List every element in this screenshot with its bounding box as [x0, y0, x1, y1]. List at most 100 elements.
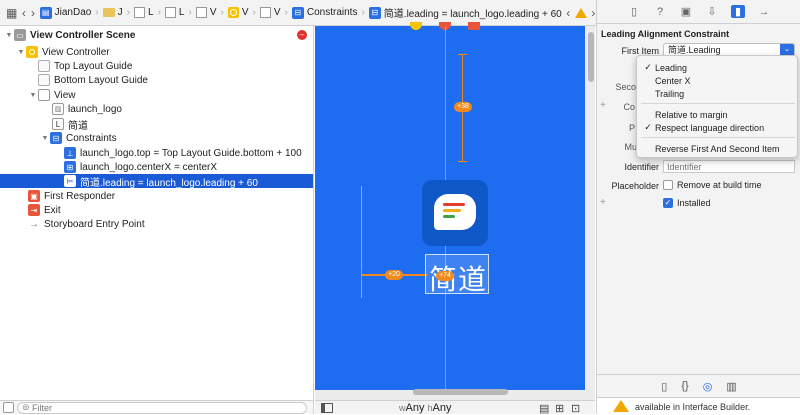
outline-row-scene[interactable]: ▼ ▭ View Controller Scene – [0, 28, 313, 42]
top-constraint-badge[interactable]: +38 [454, 102, 472, 112]
identifier-input[interactable] [663, 160, 795, 173]
filter-icon: ⊜ [22, 402, 30, 412]
leading-constraint-badge[interactable]: +20 [385, 270, 403, 280]
identity-inspector-icon[interactable]: ▣ [679, 5, 693, 18]
menu-item-reverse-items[interactable]: Reverse First And Second Item [641, 142, 795, 155]
first-item-menu: ✓ Leading Center X Trailing Relative to m… [636, 55, 798, 158]
connections-inspector-icon[interactable]: → [757, 6, 771, 18]
align-icon[interactable]: ⊞ [555, 402, 564, 415]
breadcrumb-separator: › [95, 7, 99, 18]
outline-row-entry-point[interactable]: → Storyboard Entry Point [0, 217, 313, 231]
previous-issue-icon[interactable]: ‹ [566, 6, 571, 20]
outline-row-constraint-leading[interactable]: ⊨ 简道.leading = launch_logo.leading + 60 [0, 174, 313, 189]
stack-icon[interactable]: ▤ [539, 402, 549, 415]
disclosure-triangle-icon[interactable]: ▼ [16, 49, 26, 56]
outline-row-constraint-top[interactable]: ⊥ launch_logo.top = Top Layout Guide.bot… [0, 146, 313, 160]
back-arrow-icon[interactable]: ‹ [21, 6, 26, 20]
mid-constraint-badge[interactable]: +74 [436, 271, 454, 281]
outline-row-exit[interactable]: ⇥ Exit [0, 203, 313, 217]
menu-item-respect-language-direction[interactable]: ✓ Respect language direction [641, 121, 795, 134]
forward-arrow-icon[interactable]: › [30, 6, 35, 20]
attributes-inspector-icon[interactable]: ⇩ [705, 5, 719, 18]
breadcrumb-view-controller[interactable]: V [227, 7, 249, 18]
outline-row-view[interactable]: ▼ View [0, 88, 313, 102]
view-controller-icon [26, 46, 38, 58]
breadcrumb-constraints[interactable]: ⊟ Constraints [291, 6, 357, 19]
outline-toggle-icon[interactable] [321, 403, 333, 413]
vertical-scrollbar[interactable] [588, 32, 594, 82]
menu-item-center-x[interactable]: Center X [641, 74, 795, 87]
breadcrumb-separator: › [252, 7, 256, 18]
code-snippet-icon[interactable]: {} [681, 380, 688, 392]
outline-row-label[interactable]: L 简道 [0, 117, 313, 132]
object-library-icon[interactable]: ◎ [703, 380, 713, 393]
label-icon: L [52, 118, 64, 130]
outline-row-view-controller[interactable]: ▼ View Controller [0, 45, 313, 59]
filter-field[interactable]: ⊜ [17, 402, 307, 414]
media-library-icon[interactable]: ▥ [726, 380, 736, 393]
size-class-selector[interactable]: wAny hAny [399, 402, 452, 414]
view-icon [259, 7, 271, 18]
leading-constraint-icon: ⊨ [64, 175, 76, 187]
error-icon[interactable]: – [297, 30, 307, 40]
project-icon: ▤ [39, 6, 52, 19]
pin-icon[interactable]: ⊡ [571, 402, 580, 415]
grid-icon[interactable]: ▦ [6, 6, 17, 20]
warning-icon[interactable] [574, 7, 587, 18]
disclosure-triangle-icon[interactable]: ▼ [28, 92, 38, 99]
toggle-outline-icon[interactable] [3, 402, 14, 413]
breadcrumb-scene[interactable]: V [195, 7, 217, 18]
checkbox-checked-icon: ✓ [663, 198, 673, 208]
menu-item-leading[interactable]: ✓ Leading [641, 61, 795, 74]
size-inspector-icon[interactable]: ▮ [731, 5, 745, 18]
disclosure-triangle-icon[interactable]: ▼ [4, 32, 14, 39]
file-inspector-icon[interactable]: ▯ [627, 5, 641, 18]
outline-row-first-responder[interactable]: ▣ First Responder [0, 189, 313, 203]
breadcrumb-separator: › [220, 7, 224, 18]
view-controller-icon [227, 7, 239, 18]
outline-row-constraint-centerx[interactable]: ⊞ launch_logo.centerX = centerX [0, 160, 313, 174]
dock-exit-icon[interactable] [468, 22, 480, 30]
library-pane: ▯ {} ◎ ▥ available in Interface Builder. [597, 374, 800, 415]
outline-row-bottom-layout-guide[interactable]: Bottom Layout Guide [0, 73, 313, 87]
storyboard-icon [134, 7, 146, 18]
leading-constraint-cap [361, 270, 362, 280]
menu-item-relative-to-margin[interactable]: Relative to margin [641, 108, 795, 121]
horizontal-scrollbar[interactable] [413, 389, 508, 395]
first-responder-icon: ▣ [28, 190, 40, 202]
breadcrumb-view[interactable]: V [259, 7, 281, 18]
breadcrumb-storyboard[interactable]: L [134, 7, 154, 18]
layout-guide-icon [38, 60, 50, 72]
multiplier-label: Mu [624, 142, 637, 152]
remove-at-build-time-checkbox[interactable]: Remove at build time [663, 180, 762, 190]
constraint-icon: ⊟ [368, 6, 381, 19]
jump-bar: ▦ ‹ › ▤ JianDao › J › L › L › V › V › V ›… [0, 0, 596, 26]
scene-icon: ▭ [14, 29, 26, 41]
installed-checkbox[interactable]: ✓ Installed [663, 198, 711, 208]
breadcrumb-folder[interactable]: J [102, 7, 123, 18]
jiandao-label[interactable]: 简道 +74 [425, 254, 489, 295]
add-installed-variation-icon[interactable]: + [600, 197, 606, 208]
outline-row-top-layout-guide[interactable]: Top Layout Guide [0, 59, 313, 73]
breadcrumb-storyboard-base[interactable]: L [164, 7, 184, 18]
disclosure-triangle-icon[interactable]: ▼ [40, 135, 50, 142]
breadcrumb-project[interactable]: ▤ JianDao [39, 6, 91, 19]
priority-label: P [628, 123, 635, 133]
help-inspector-icon[interactable]: ? [653, 6, 667, 18]
breadcrumb-separator: › [361, 7, 365, 18]
inspector-title: Leading Alignment Constraint [601, 29, 730, 39]
menu-item-trailing[interactable]: Trailing [641, 87, 795, 100]
breadcrumb-separator: › [126, 7, 131, 18]
file-template-icon[interactable]: ▯ [661, 380, 667, 393]
breadcrumb-constraint[interactable]: ⊟ 简道.leading = launch_logo.leading + 60 [368, 5, 562, 20]
outline-row-launch-logo[interactable]: ▨ launch_logo [0, 102, 313, 116]
filter-input[interactable] [32, 403, 302, 413]
launch-logo-image[interactable] [422, 180, 488, 246]
chat-bubble-icon [434, 194, 476, 230]
storyboard-icon [164, 7, 176, 18]
view-controller-view[interactable]: +38 +20 简道 +74 [315, 22, 585, 390]
dock-view-controller-icon[interactable] [410, 22, 422, 30]
storyboard-canvas[interactable]: +38 +20 简道 +74 [315, 22, 595, 400]
outline-row-constraints[interactable]: ▼ ⊟ Constraints [0, 131, 313, 145]
constant-label: Co [623, 102, 635, 112]
